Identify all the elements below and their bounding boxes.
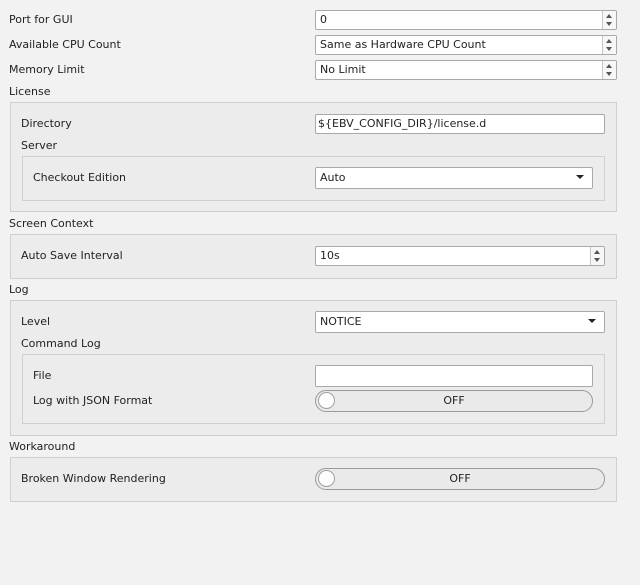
cpu-count-label: Available CPU Count <box>9 38 121 51</box>
spin-up-icon[interactable] <box>606 14 612 18</box>
spin-arrows[interactable] <box>602 36 616 54</box>
log-level-value: NOTICE <box>320 315 362 328</box>
spin-up-icon[interactable] <box>594 250 600 254</box>
spin-arrows[interactable] <box>602 11 616 29</box>
spin-down-icon[interactable] <box>606 22 612 26</box>
cpu-count-value: Same as Hardware CPU Count <box>320 38 486 51</box>
port-label: Port for GUI <box>9 13 73 26</box>
directory-value: ${EBV_CONFIG_DIR}/license.d <box>318 117 487 130</box>
checkout-edition-select[interactable]: Auto <box>315 167 593 189</box>
broken-window-rendering-label: Broken Window Rendering <box>21 472 166 485</box>
cpu-count-spinbox[interactable]: Same as Hardware CPU Count <box>315 35 617 55</box>
spin-arrows[interactable] <box>602 61 616 79</box>
spin-up-icon[interactable] <box>606 39 612 43</box>
auto-save-interval-label: Auto Save Interval <box>21 249 123 262</box>
spin-down-icon[interactable] <box>606 47 612 51</box>
directory-input[interactable]: ${EBV_CONFIG_DIR}/license.d <box>315 114 605 134</box>
file-input[interactable] <box>315 365 593 387</box>
chevron-down-icon <box>588 319 596 323</box>
json-format-toggle[interactable]: OFF <box>315 390 593 412</box>
spin-up-icon[interactable] <box>606 64 612 68</box>
broken-window-rendering-toggle[interactable]: OFF <box>315 468 605 490</box>
command-log-section-title: Command Log <box>21 337 101 350</box>
memory-limit-label: Memory Limit <box>9 63 85 76</box>
auto-save-interval-spinbox[interactable]: 10s <box>315 246 605 266</box>
port-spinbox[interactable]: 0 <box>315 10 617 30</box>
spin-down-icon[interactable] <box>594 258 600 262</box>
workaround-section-title: Workaround <box>9 440 76 453</box>
log-level-label: Level <box>21 315 51 328</box>
json-format-label: Log with JSON Format <box>33 394 153 407</box>
auto-save-interval-value: 10s <box>320 249 340 262</box>
checkout-edition-value: Auto <box>320 171 346 184</box>
memory-limit-value: No Limit <box>320 63 366 76</box>
json-format-state: OFF <box>443 394 465 407</box>
spin-down-icon[interactable] <box>606 72 612 76</box>
server-section-title: Server <box>21 139 58 152</box>
port-value: 0 <box>320 13 327 26</box>
checkout-edition-label: Checkout Edition <box>33 171 127 184</box>
log-section-title: Log <box>9 283 29 296</box>
spin-arrows[interactable] <box>590 247 604 265</box>
directory-label: Directory <box>21 117 72 130</box>
memory-limit-spinbox[interactable]: No Limit <box>315 60 617 80</box>
log-level-select[interactable]: NOTICE <box>315 311 605 333</box>
license-section-title: License <box>9 85 51 98</box>
screen-context-section-title: Screen Context <box>9 217 94 230</box>
broken-window-rendering-state: OFF <box>449 472 471 485</box>
file-label: File <box>33 369 52 382</box>
chevron-down-icon <box>576 175 584 179</box>
